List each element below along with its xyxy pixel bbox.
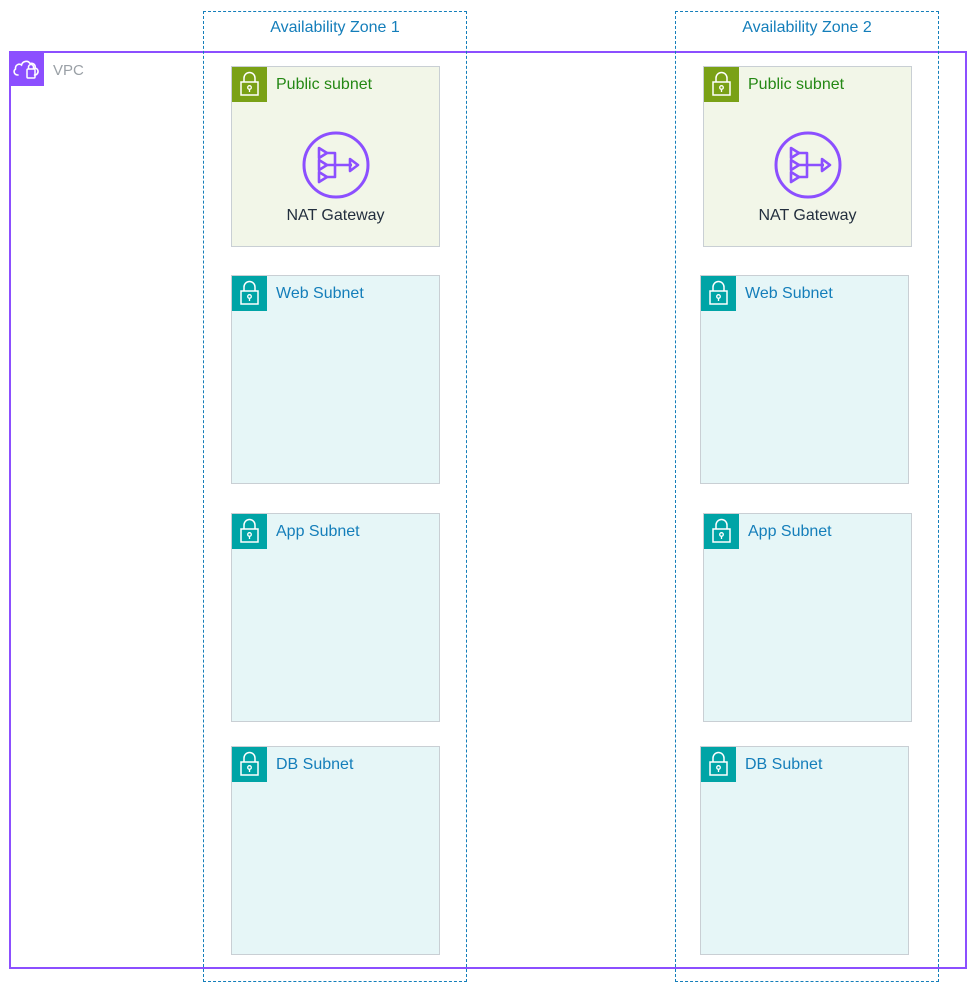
- subnet-label: App Subnet: [748, 523, 832, 540]
- lock-icon: [232, 514, 267, 549]
- lock-icon: [232, 276, 267, 311]
- lock-icon: [704, 514, 739, 549]
- subnet-label: App Subnet: [276, 523, 360, 540]
- lock-icon: [232, 747, 267, 782]
- subnet-label: Public subnet: [276, 76, 373, 93]
- az2-app-subnet: App Subnet: [703, 513, 912, 722]
- subnet-label: DB Subnet: [276, 756, 354, 773]
- subnet-label: Public subnet: [748, 76, 845, 93]
- az2-db-subnet: DB Subnet: [700, 746, 909, 955]
- lock-icon: [704, 67, 739, 102]
- az2-public-subnet: Public subnet NAT Gateway: [703, 66, 912, 247]
- lock-icon: [701, 276, 736, 311]
- nat-gateway-icon: [302, 131, 370, 199]
- lock-icon: [701, 747, 736, 782]
- az1-app-subnet: App Subnet: [231, 513, 440, 722]
- vpc-label: VPC: [53, 62, 84, 79]
- availability-zone-1-title: Availability Zone 1: [270, 19, 400, 36]
- nat-gateway-label: NAT Gateway: [758, 207, 857, 224]
- nat-gateway-label: NAT Gateway: [286, 207, 385, 224]
- lock-icon: [232, 67, 267, 102]
- az1-db-subnet: DB Subnet: [231, 746, 440, 955]
- az2-web-subnet: Web Subnet: [700, 275, 909, 484]
- subnet-label: DB Subnet: [745, 756, 823, 773]
- vpc-cloud-icon: [10, 52, 44, 86]
- availability-zone-2-title: Availability Zone 2: [742, 19, 872, 36]
- nat-gateway-icon: [774, 131, 842, 199]
- subnet-label: Web Subnet: [276, 285, 364, 302]
- az1-web-subnet: Web Subnet: [231, 275, 440, 484]
- subnet-label: Web Subnet: [745, 285, 833, 302]
- az1-public-subnet: Public subnet NAT Gateway: [231, 66, 440, 247]
